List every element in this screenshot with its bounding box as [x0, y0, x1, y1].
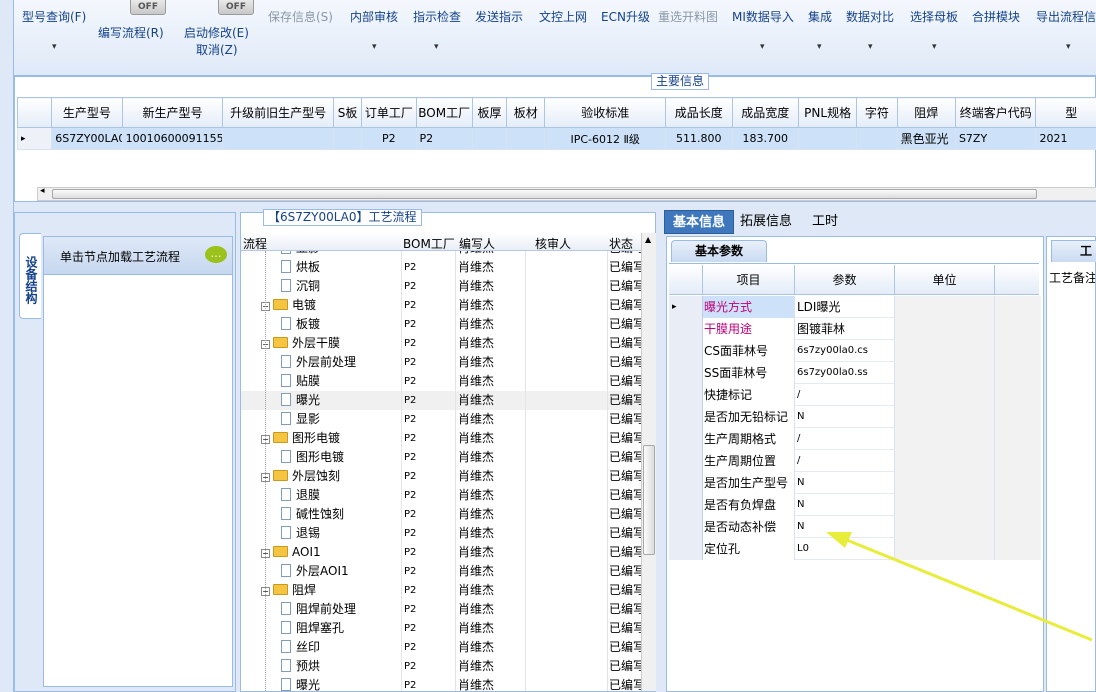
arrow-head	[826, 532, 852, 548]
annotation-arrow	[826, 532, 1093, 642]
arrow-line	[841, 536, 1093, 642]
